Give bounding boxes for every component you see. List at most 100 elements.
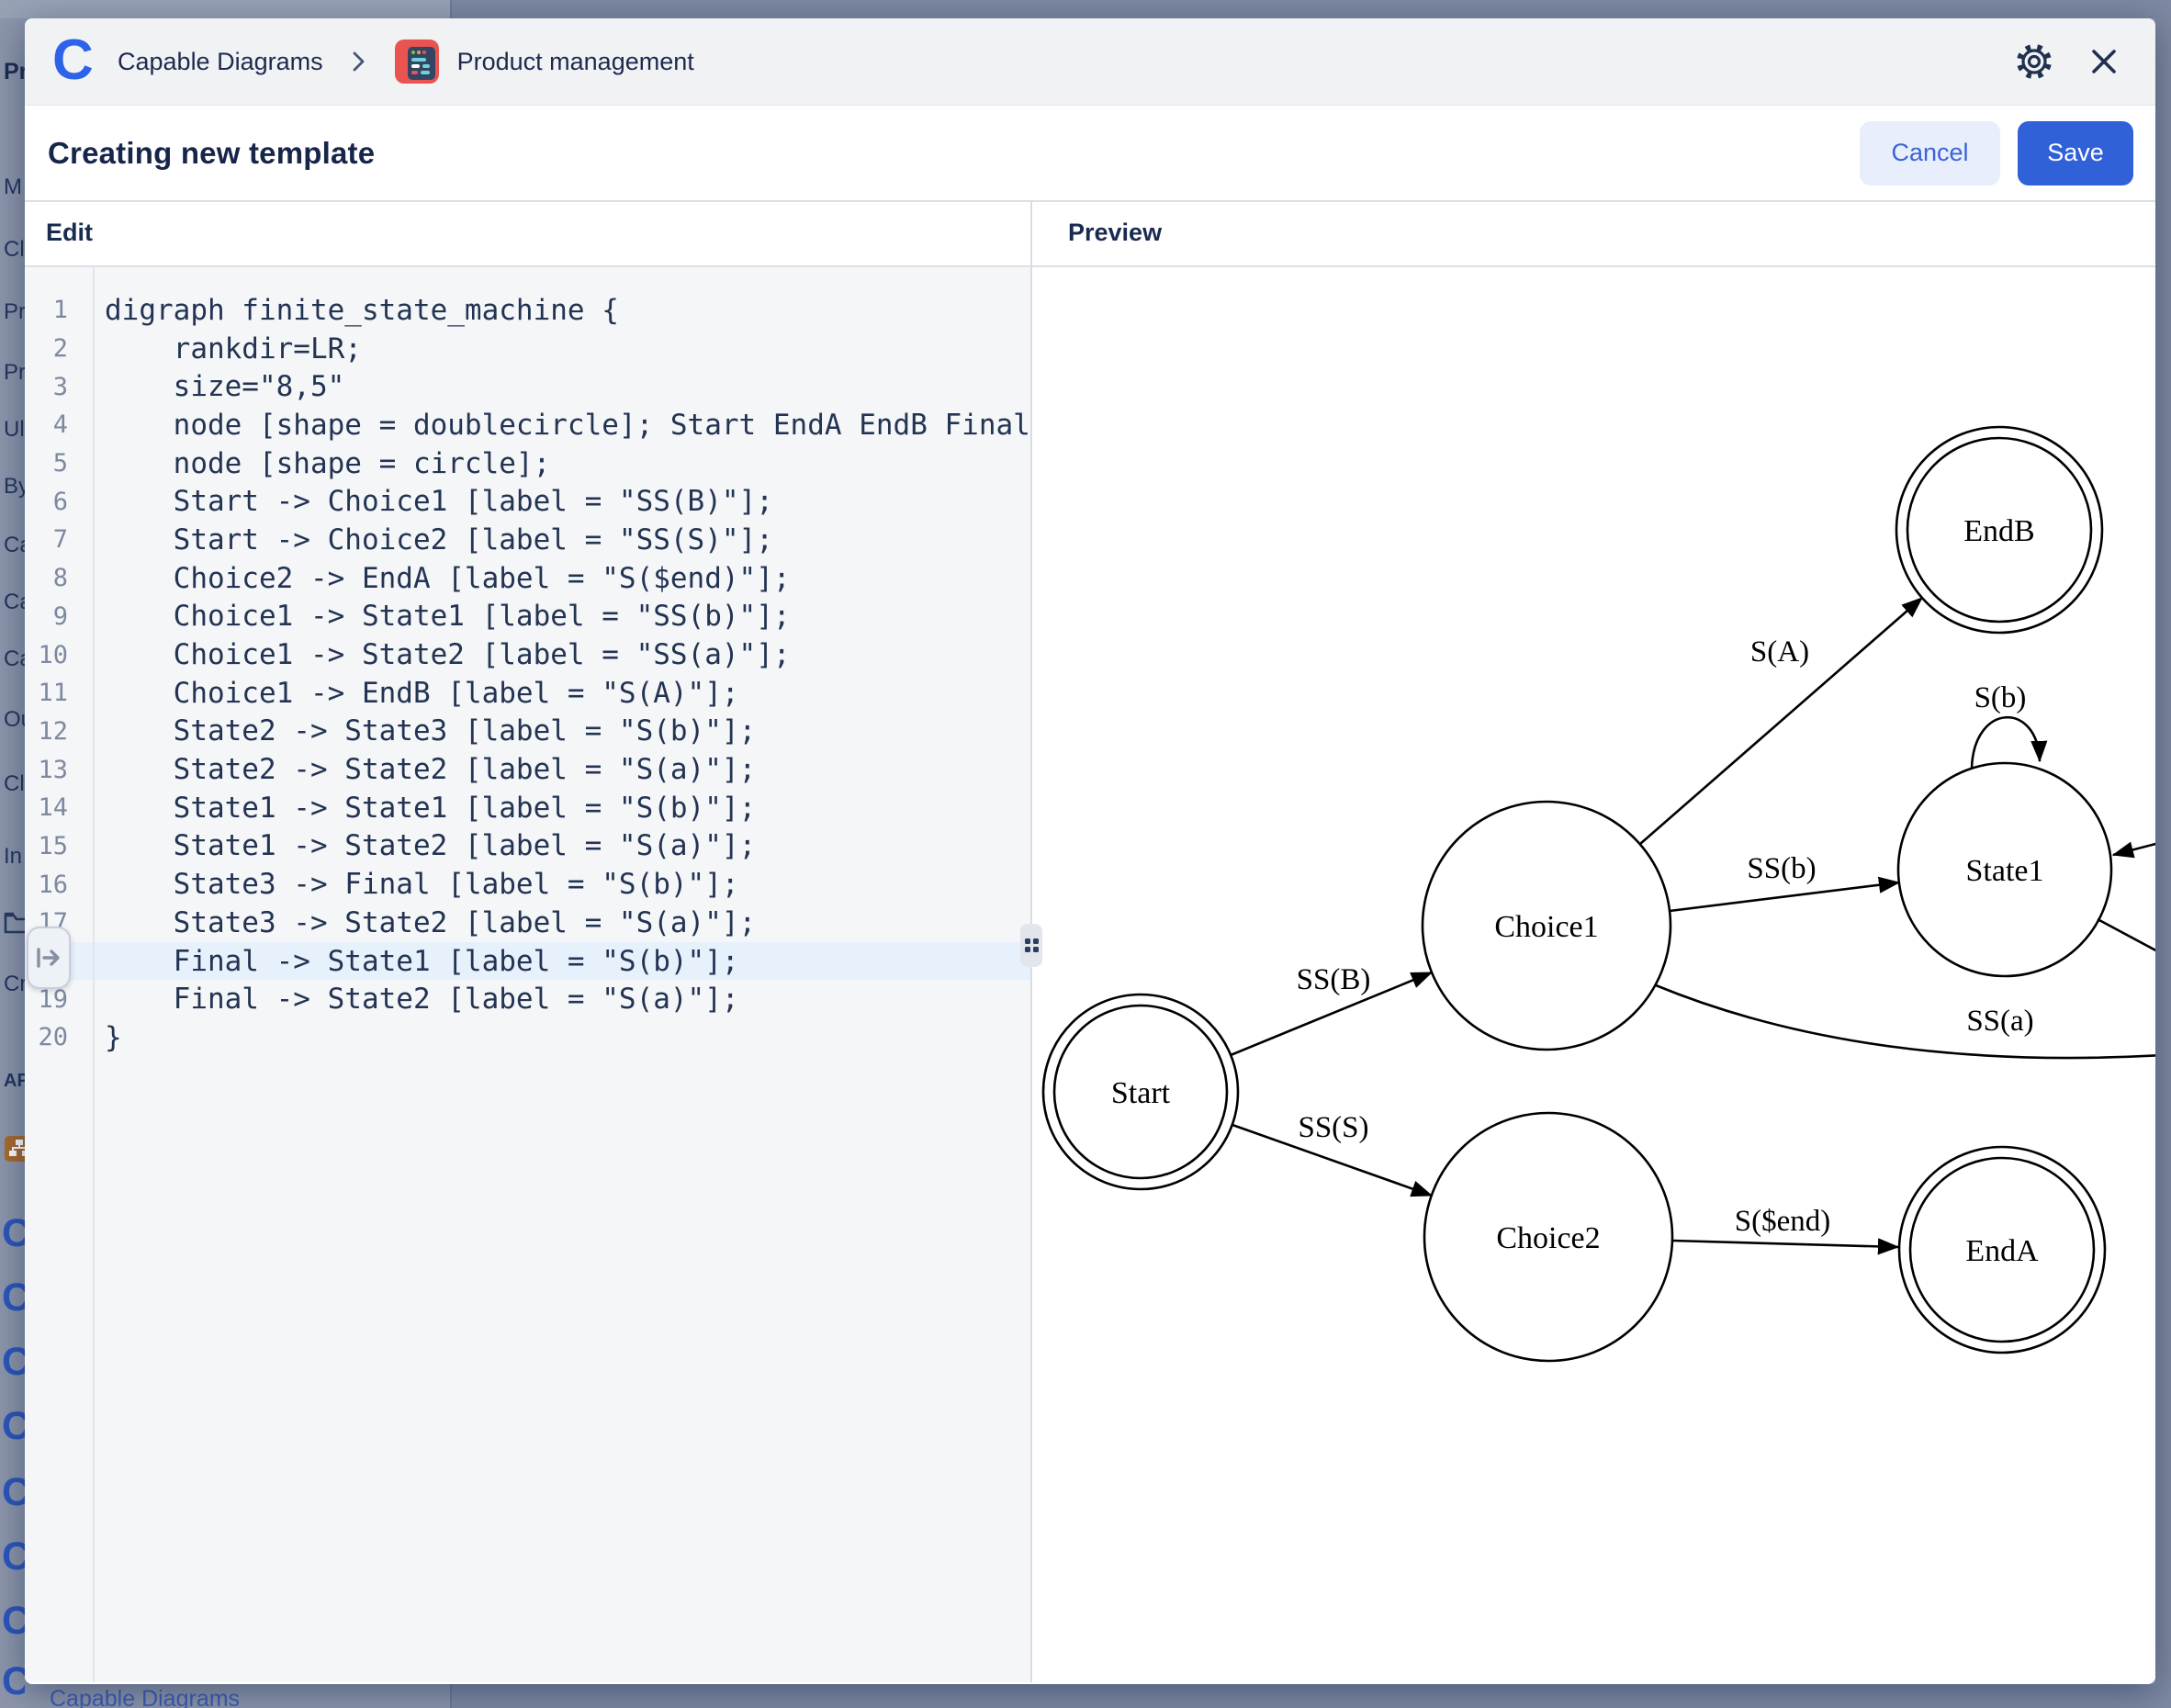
code-text: rankdir=LR; [105, 332, 362, 365]
diagram-edge [1972, 717, 2040, 769]
code-line[interactable]: 16 State3 -> Final [label = "S(b)"]; [25, 865, 1031, 904]
diagram-node: State1 [1898, 763, 2111, 976]
diagram-edge [1672, 1241, 1898, 1247]
gutter-divider [93, 267, 95, 1682]
finite-state-machine-diagram: SS(B)SS(S)S(A)SS(b)SS(a)S($end)S(b)EndBS… [1031, 267, 2155, 1682]
diagram-edge-label: SS(S) [1298, 1111, 1368, 1144]
code-line[interactable]: 13 State2 -> State2 [label = "S(a)"]; [25, 750, 1031, 789]
line-number: 14 [25, 793, 93, 822]
modal-header: C Capable Diagrams Product management [25, 18, 2155, 106]
background-sidebar-item: By [4, 474, 25, 500]
background-sidebar-item: Pr [4, 59, 25, 85]
background-app-logo-icon: C [2, 1343, 25, 1382]
code-line[interactable]: 9 Choice1 -> State1 [label = "SS(b)"]; [25, 598, 1031, 636]
code-line[interactable]: 1digraph finite_state_machine { [25, 291, 1031, 330]
code-text: State3 -> State2 [label = "S(a)"]; [105, 906, 756, 939]
background-sidebar-item: Cr [4, 972, 25, 997]
diagram-edge-label: S(b) [1974, 681, 2027, 714]
diagram-node-label: Choice2 [1496, 1221, 1600, 1255]
background-sidebar-item: Ou [4, 707, 25, 733]
page-title: Creating new template [48, 136, 375, 171]
code-line[interactable]: 4 node [shape = doublecircle]; Start End… [25, 406, 1031, 444]
code-text: Choice1 -> EndB [label = "S(A)"]; [105, 677, 739, 710]
code-line[interactable]: 15 State1 -> State2 [label = "S(a)"]; [25, 827, 1031, 866]
edit-pane-label: Edit [46, 219, 93, 247]
code-lines: 1digraph finite_state_machine {2 rankdir… [25, 291, 1031, 1057]
line-number: 12 [25, 717, 93, 746]
background-org-icon [4, 1135, 25, 1169]
background-sidebar-item: Pr [4, 299, 25, 325]
line-number: 10 [25, 641, 93, 669]
code-line[interactable]: 10 Choice1 -> State2 [label = "SS(a)"]; [25, 635, 1031, 674]
pane-resize-handle-icon[interactable] [1020, 924, 1042, 967]
line-number: 20 [25, 1023, 93, 1051]
code-text: Start -> Choice1 [label = "SS(B)"]; [105, 485, 773, 518]
code-text: } [105, 1021, 122, 1054]
diagram-edge [1656, 985, 2155, 1058]
diagram-edge [1670, 882, 1899, 911]
code-line[interactable]: 2 rankdir=LR; [25, 330, 1031, 368]
code-text: State1 -> State1 [label = "S(b)"]; [105, 792, 756, 825]
code-text: Choice2 -> EndA [label = "S($end)"]; [105, 562, 791, 595]
panes-body: 1digraph finite_state_machine {2 rankdir… [25, 267, 2155, 1682]
diagram-node: Start [1043, 994, 1238, 1189]
code-line[interactable]: 14 State1 -> State1 [label = "S(b)"]; [25, 789, 1031, 827]
background-main-area [451, 1684, 2171, 1708]
code-line[interactable]: 3 size="8,5" [25, 367, 1031, 406]
code-line[interactable]: 12 State2 -> State3 [label = "S(b)"]; [25, 713, 1031, 751]
code-text: State2 -> State2 [label = "S(a)"]; [105, 753, 756, 786]
background-app-logo-icon: C [2, 1278, 25, 1318]
background-page-bottom: Capable Diagrams [25, 1684, 2171, 1708]
line-number: 6 [25, 488, 93, 516]
code-line[interactable]: 17 State3 -> State2 [label = "S(a)"]; [25, 904, 1031, 942]
capable-diagrams-logo-icon: C [52, 35, 102, 88]
code-editor[interactable]: 1digraph finite_state_machine {2 rankdir… [25, 267, 1031, 1682]
background-app-logo-icon: C [2, 1407, 25, 1446]
background-sidebar-item: In [4, 844, 22, 870]
diagram-preview: SS(B)SS(S)S(A)SS(b)SS(a)S($end)S(b)EndBS… [1031, 267, 2155, 1682]
background-app-logo-icon: C [2, 1662, 25, 1702]
code-text: node [shape = doublecircle]; Start EndA … [105, 409, 1031, 442]
preview-pane-label: Preview [1068, 219, 1162, 247]
background-sidebar-item: M [4, 174, 22, 200]
cancel-button[interactable]: Cancel [1860, 121, 2000, 185]
settings-gear-icon[interactable] [2014, 41, 2054, 82]
code-line[interactable]: 6 Start -> Choice1 [label = "SS(B)"]; [25, 482, 1031, 521]
code-line[interactable]: 20} [25, 1018, 1031, 1057]
code-line[interactable]: 18 Final -> State1 [label = "S(b)"]; [25, 942, 1031, 981]
diagram-node: Choice2 [1424, 1113, 1672, 1361]
code-line[interactable]: 11 Choice1 -> EndB [label = "S(A)"]; [25, 674, 1031, 713]
code-text: size="8,5" [105, 370, 344, 403]
background-app-link: Capable Diagrams [50, 1686, 240, 1708]
line-number: 8 [25, 564, 93, 592]
background-app-logo-icon: C [2, 1214, 25, 1253]
background-sidebar-item: Ca [4, 533, 25, 558]
save-button[interactable]: Save [2018, 121, 2133, 185]
background-app-logo-icon: C [2, 1601, 25, 1641]
line-number: 4 [25, 410, 93, 439]
diagram-edge-label: SS(a) [1966, 1005, 2033, 1038]
code-line[interactable]: 8 Choice2 -> EndA [label = "S($end)"]; [25, 559, 1031, 598]
diagram-node: Choice1 [1423, 802, 1670, 1050]
background-sidebar-item: Pr [4, 360, 25, 386]
close-icon[interactable] [2084, 41, 2124, 82]
diagram-node-label: EndB [1963, 514, 2034, 548]
diagram-edge-label: S($end) [1735, 1205, 1830, 1238]
code-text: State3 -> Final [label = "S(b)"]; [105, 868, 739, 901]
background-sidebar-border [450, 1684, 452, 1708]
code-line[interactable]: 7 Start -> Choice2 [label = "SS(S)"]; [25, 521, 1031, 559]
code-line[interactable]: 19 Final -> State2 [label = "S(a)"]; [25, 980, 1031, 1018]
diagram-edge-label: SS(B) [1297, 963, 1371, 996]
breadcrumb-app-name[interactable]: Capable Diagrams [118, 48, 323, 76]
code-line[interactable]: 5 node [shape = circle]; [25, 444, 1031, 483]
indent-marker-button[interactable] [27, 927, 71, 989]
background-sidebar-item: Cl [4, 771, 25, 797]
background-sidebar: PrMClPrPrUlByCaCaCaOuClInCrAPCCCCCCCC [0, 18, 25, 1708]
product-management-icon [395, 39, 439, 84]
code-text: Final -> State1 [label = "S(b)"]; [105, 945, 739, 978]
line-number: 11 [25, 679, 93, 707]
code-text: digraph finite_state_machine { [105, 294, 619, 327]
line-number: 16 [25, 871, 93, 899]
background-app-logo-icon: C [2, 1473, 25, 1512]
breadcrumb-page-name[interactable]: Product management [457, 48, 694, 76]
